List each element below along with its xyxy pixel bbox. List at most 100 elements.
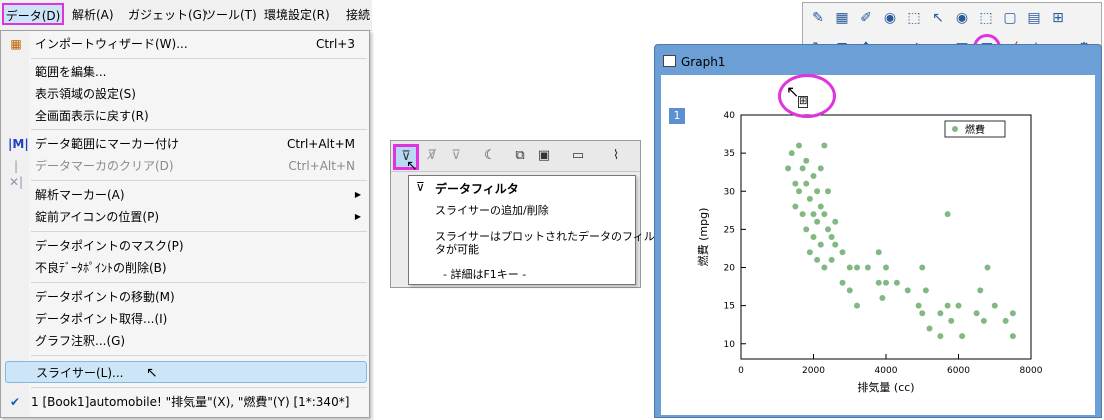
menu-item-set-markers[interactable]: |M| データ範囲にマーカー付け Ctrl+Alt+M <box>1 133 369 155</box>
copy-page-button[interactable]: ⧉ <box>509 145 531 167</box>
signal-button[interactable]: ⌇ <box>605 145 627 167</box>
scatter-chart: 0 2000 4000 6000 8000 10 15 20 25 30 35 40 排気量 (cc) 燃… <box>696 111 1043 394</box>
y-tick-label: 25 <box>724 225 735 235</box>
view-button[interactable]: ◉ <box>879 7 901 29</box>
menu-separator <box>31 387 367 388</box>
data-point <box>832 241 839 248</box>
graph-page: 1 0 2000 4000 6000 8000 10 15 20 25 30 35 40 排気量 (cc… <box>661 75 1095 415</box>
y-tick-label: 40 <box>724 111 736 121</box>
pointer-button[interactable]: ↖ <box>927 7 949 29</box>
data-point <box>937 333 944 340</box>
data-point <box>915 302 922 309</box>
data-point <box>814 188 821 195</box>
filter-remove-button[interactable]: ⊽̸ <box>421 145 443 167</box>
select-region-button[interactable]: ▦ <box>831 7 853 29</box>
menu-gadgets[interactable]: ガジェット(G) <box>128 6 207 24</box>
data-point <box>832 218 839 225</box>
data-point <box>821 211 828 218</box>
data-point <box>814 256 821 263</box>
data-point <box>785 165 792 172</box>
menu-data[interactable]: データ(D) <box>2 3 64 25</box>
data-point <box>814 218 821 225</box>
x-axis-label: 排気量 (cc) <box>857 380 914 394</box>
toolbar: ⊽ ⊽̸ ⊽ ☾ ⧉ ▣ ▭ ⌇ <box>391 141 640 172</box>
draw-data-icon: ✐ <box>860 10 872 26</box>
region-mask-icon: ⬚ <box>907 10 921 26</box>
menu-tools[interactable]: ツール(T) <box>204 6 257 24</box>
region-mask-button[interactable]: ⬚ <box>903 7 925 29</box>
image-button[interactable]: ▤ <box>1023 7 1045 29</box>
menu-analysis[interactable]: 解析(A) <box>72 6 114 24</box>
x-tick-label: 8000 <box>1020 366 1043 376</box>
data-point <box>825 188 831 195</box>
tooltip-title: データフィルタ <box>435 182 519 196</box>
data-point <box>875 249 882 256</box>
data-point <box>973 310 980 317</box>
x-tick-label: 6000 <box>947 366 970 376</box>
menu-separator <box>31 231 367 232</box>
y-axis-label: 燃費 (mpg) <box>696 208 710 267</box>
menu-item-recent-plot[interactable]: ✔ 1 [Book1]automobile! "排気量"(X), "燃費"(Y)… <box>1 391 369 413</box>
eye-icon: ◉ <box>883 10 897 26</box>
arrange-button[interactable]: ⊞ <box>1047 7 1069 29</box>
menu-item-import-wizard[interactable]: ▦ インポートウィザード(W)... Ctrl+3 <box>1 33 369 55</box>
clipboard-button[interactable]: ▣ <box>533 145 555 167</box>
layout-icon: ▭ <box>571 148 585 163</box>
data-point <box>854 302 860 309</box>
menu-item-graph-annotation[interactable]: グラフ注釈...(G) <box>1 330 369 352</box>
crop-icon: ⬚ <box>979 10 993 26</box>
menu-item-clear-markers[interactable]: |✕| データマーカのクリア(D) Ctrl+Alt+N <box>1 155 369 189</box>
data-point <box>955 302 962 309</box>
data-point <box>799 211 806 218</box>
y-tick-label: 20 <box>724 264 736 274</box>
menu-item-reset-full-view[interactable]: 全画面表示に戻す(R) <box>1 105 369 127</box>
menu-item-lock-icon-position[interactable]: 錠前アイコンの位置(P) ▶ <box>1 206 369 228</box>
menu-item-mask-points[interactable]: データポイントのマスク(P) <box>1 235 369 257</box>
data-point <box>796 188 802 195</box>
data-point <box>810 234 817 240</box>
tooltip-line: タが可能 <box>435 243 479 256</box>
legend-label: 燃費 <box>965 123 985 136</box>
filter-options-button[interactable]: ⊽ <box>445 145 467 167</box>
filter-options-icon: ⊽ <box>451 148 461 163</box>
data-point <box>828 256 835 263</box>
menu-connectivity[interactable]: 接続 <box>346 6 370 24</box>
data-point <box>948 317 955 324</box>
menu-item-analysis-markers[interactable]: 解析マーカー(A) ▶ <box>1 184 369 206</box>
brush-icon: ✎ <box>812 10 824 26</box>
data-point <box>904 287 911 294</box>
data-point <box>817 203 824 210</box>
menu-item-digitize-points[interactable]: データポイント取得...(I) <box>1 308 369 330</box>
menu-item-edit-range[interactable]: 範囲を編集... <box>1 61 369 83</box>
tooltip-data-filter: ⊽ データフィルタ スライサーの追加/削除 スライサーはプロットされたデータのフ… <box>408 175 655 285</box>
brush-button[interactable]: ✎ <box>807 7 829 29</box>
menu-item-move-points[interactable]: データポイントの移動(M) <box>1 286 369 308</box>
data-point <box>1009 310 1016 317</box>
clear-marker-icon: |✕| <box>8 159 24 189</box>
data-point <box>883 264 889 271</box>
data-point <box>810 211 817 218</box>
menu-item-set-display-range[interactable]: 表示領域の設定(S) <box>1 83 369 105</box>
data-point <box>919 264 926 271</box>
copy-page-icon: ⧉ <box>515 148 525 163</box>
crop-button[interactable]: ⬚ <box>975 7 997 29</box>
draw-data-button[interactable]: ✐ <box>855 7 877 29</box>
menu-item-slicer[interactable]: スライサー(L)... ↖ <box>5 361 367 383</box>
data-point <box>922 287 929 294</box>
filter-icon: ⊽ <box>416 180 425 194</box>
frame-button[interactable]: ▢ <box>999 7 1021 29</box>
menu-preferences[interactable]: 環境設定(R) <box>264 6 330 24</box>
filter-clear-icon: ⊽̸ <box>427 148 437 163</box>
data-point <box>937 310 944 317</box>
y-tick-label: 30 <box>724 187 736 197</box>
x-tick-label: 0 <box>738 366 744 376</box>
graph-window-title: Graph1 <box>681 55 726 69</box>
data-point <box>817 165 824 172</box>
layout-button[interactable]: ▭ <box>567 145 589 167</box>
dark-mode-button[interactable]: ☾ <box>479 145 501 167</box>
show-button[interactable]: ◉ <box>951 7 973 29</box>
data-point <box>839 249 846 256</box>
data-point <box>977 287 984 294</box>
data-point <box>799 165 806 172</box>
menu-item-remove-bad-points[interactable]: 不良ﾃﾞｰﾀﾎﾟｲﾝﾄの削除(B) <box>1 257 369 279</box>
